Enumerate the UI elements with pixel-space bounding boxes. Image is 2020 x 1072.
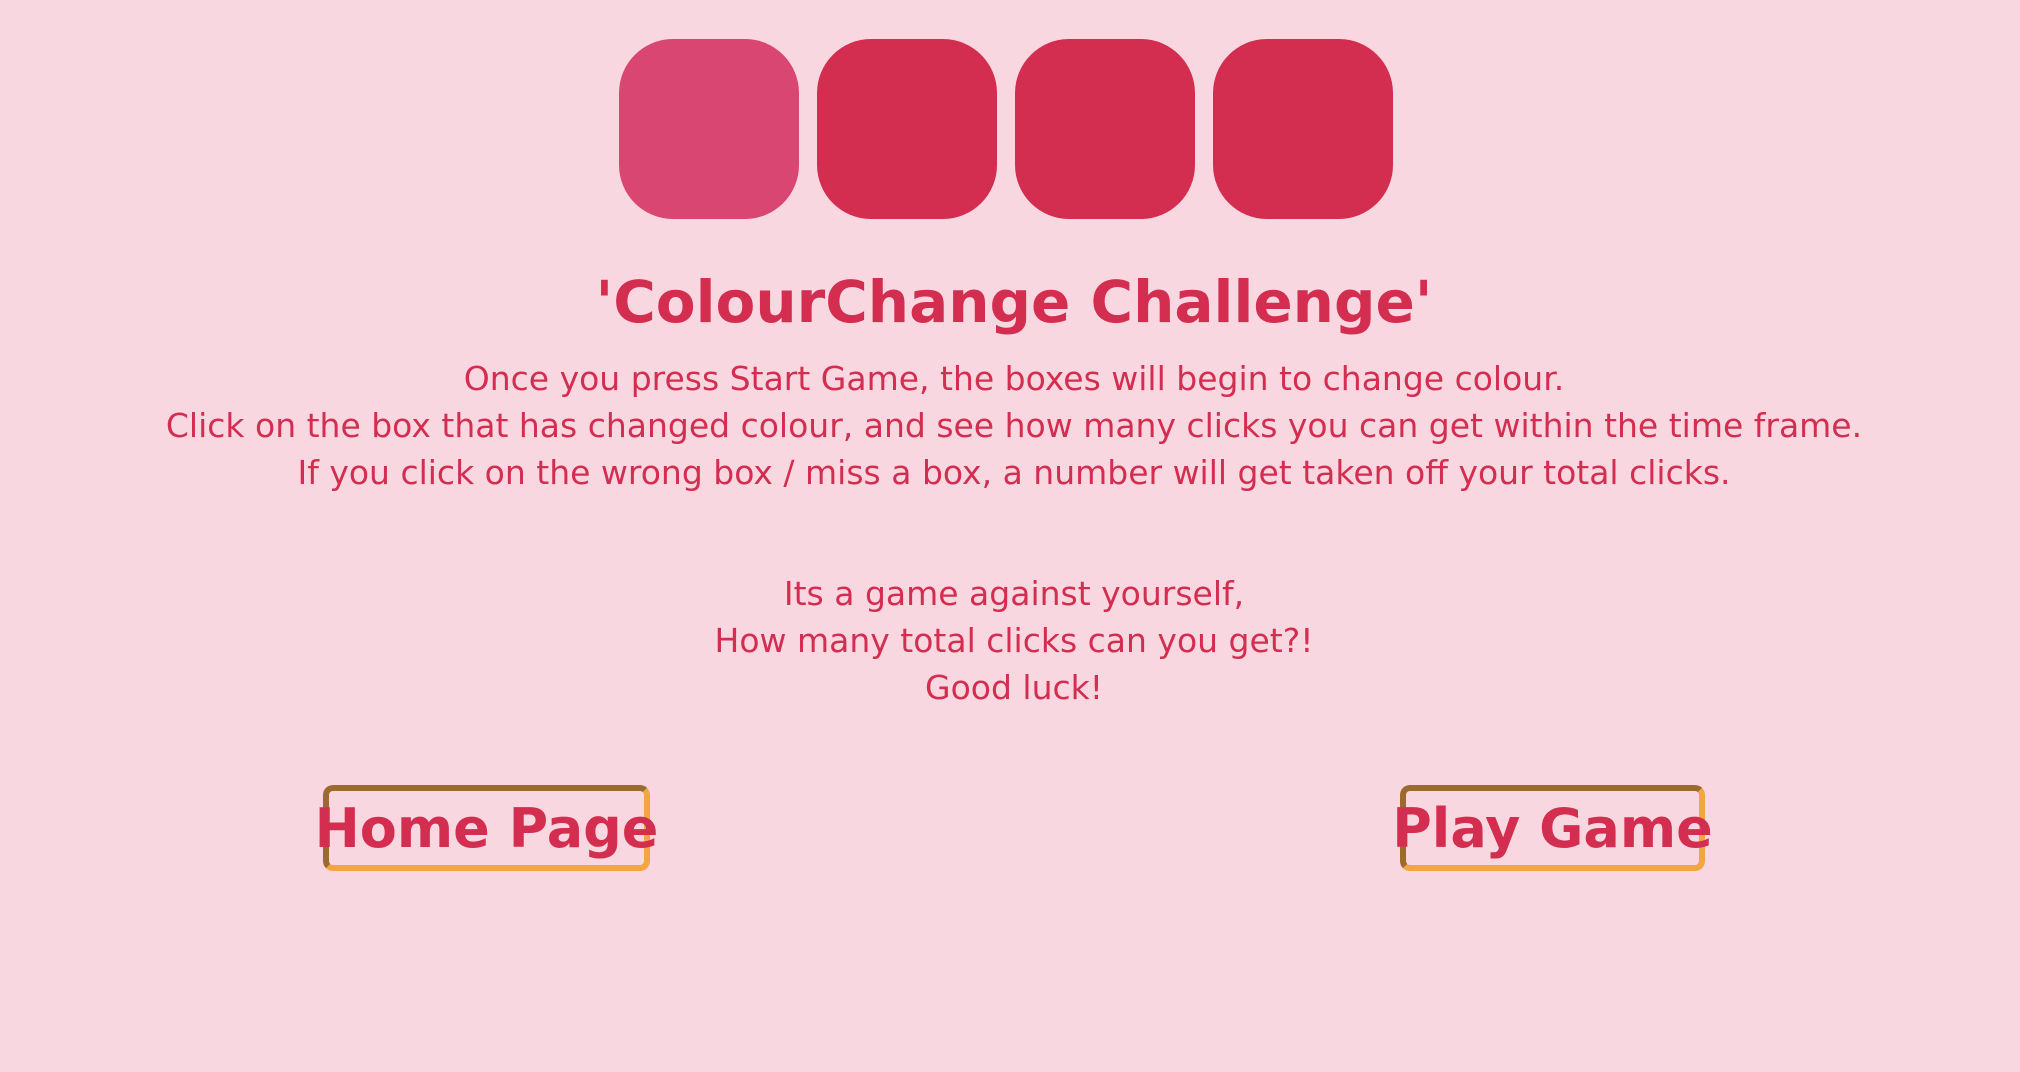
motivation-text: Its a game against yourself, How many to…	[0, 570, 2020, 711]
color-box-2[interactable]	[817, 39, 997, 219]
instructions-text: Once you press Start Game, the boxes wil…	[0, 355, 2020, 496]
instruction-line: Click on the box that has changed colour…	[165, 406, 1863, 445]
game-title: 'ColourChange Challenge'	[595, 268, 1433, 336]
color-box-1[interactable]	[619, 39, 799, 219]
home-page-button[interactable]: Home Page	[315, 785, 658, 871]
color-box-4[interactable]	[1213, 39, 1393, 219]
color-box-grid	[0, 39, 2020, 219]
color-box-3[interactable]	[1015, 39, 1195, 219]
play-game-button[interactable]: Play Game	[1392, 785, 1713, 871]
motivation-line: Its a game against yourself,	[783, 574, 1245, 613]
instruction-line: If you click on the wrong box / miss a b…	[297, 453, 1731, 492]
motivation-line: Good luck!	[925, 668, 1103, 707]
instruction-line: Once you press Start Game, the boxes wil…	[463, 359, 1565, 398]
motivation-line: How many total clicks can you get?!	[714, 621, 1314, 660]
